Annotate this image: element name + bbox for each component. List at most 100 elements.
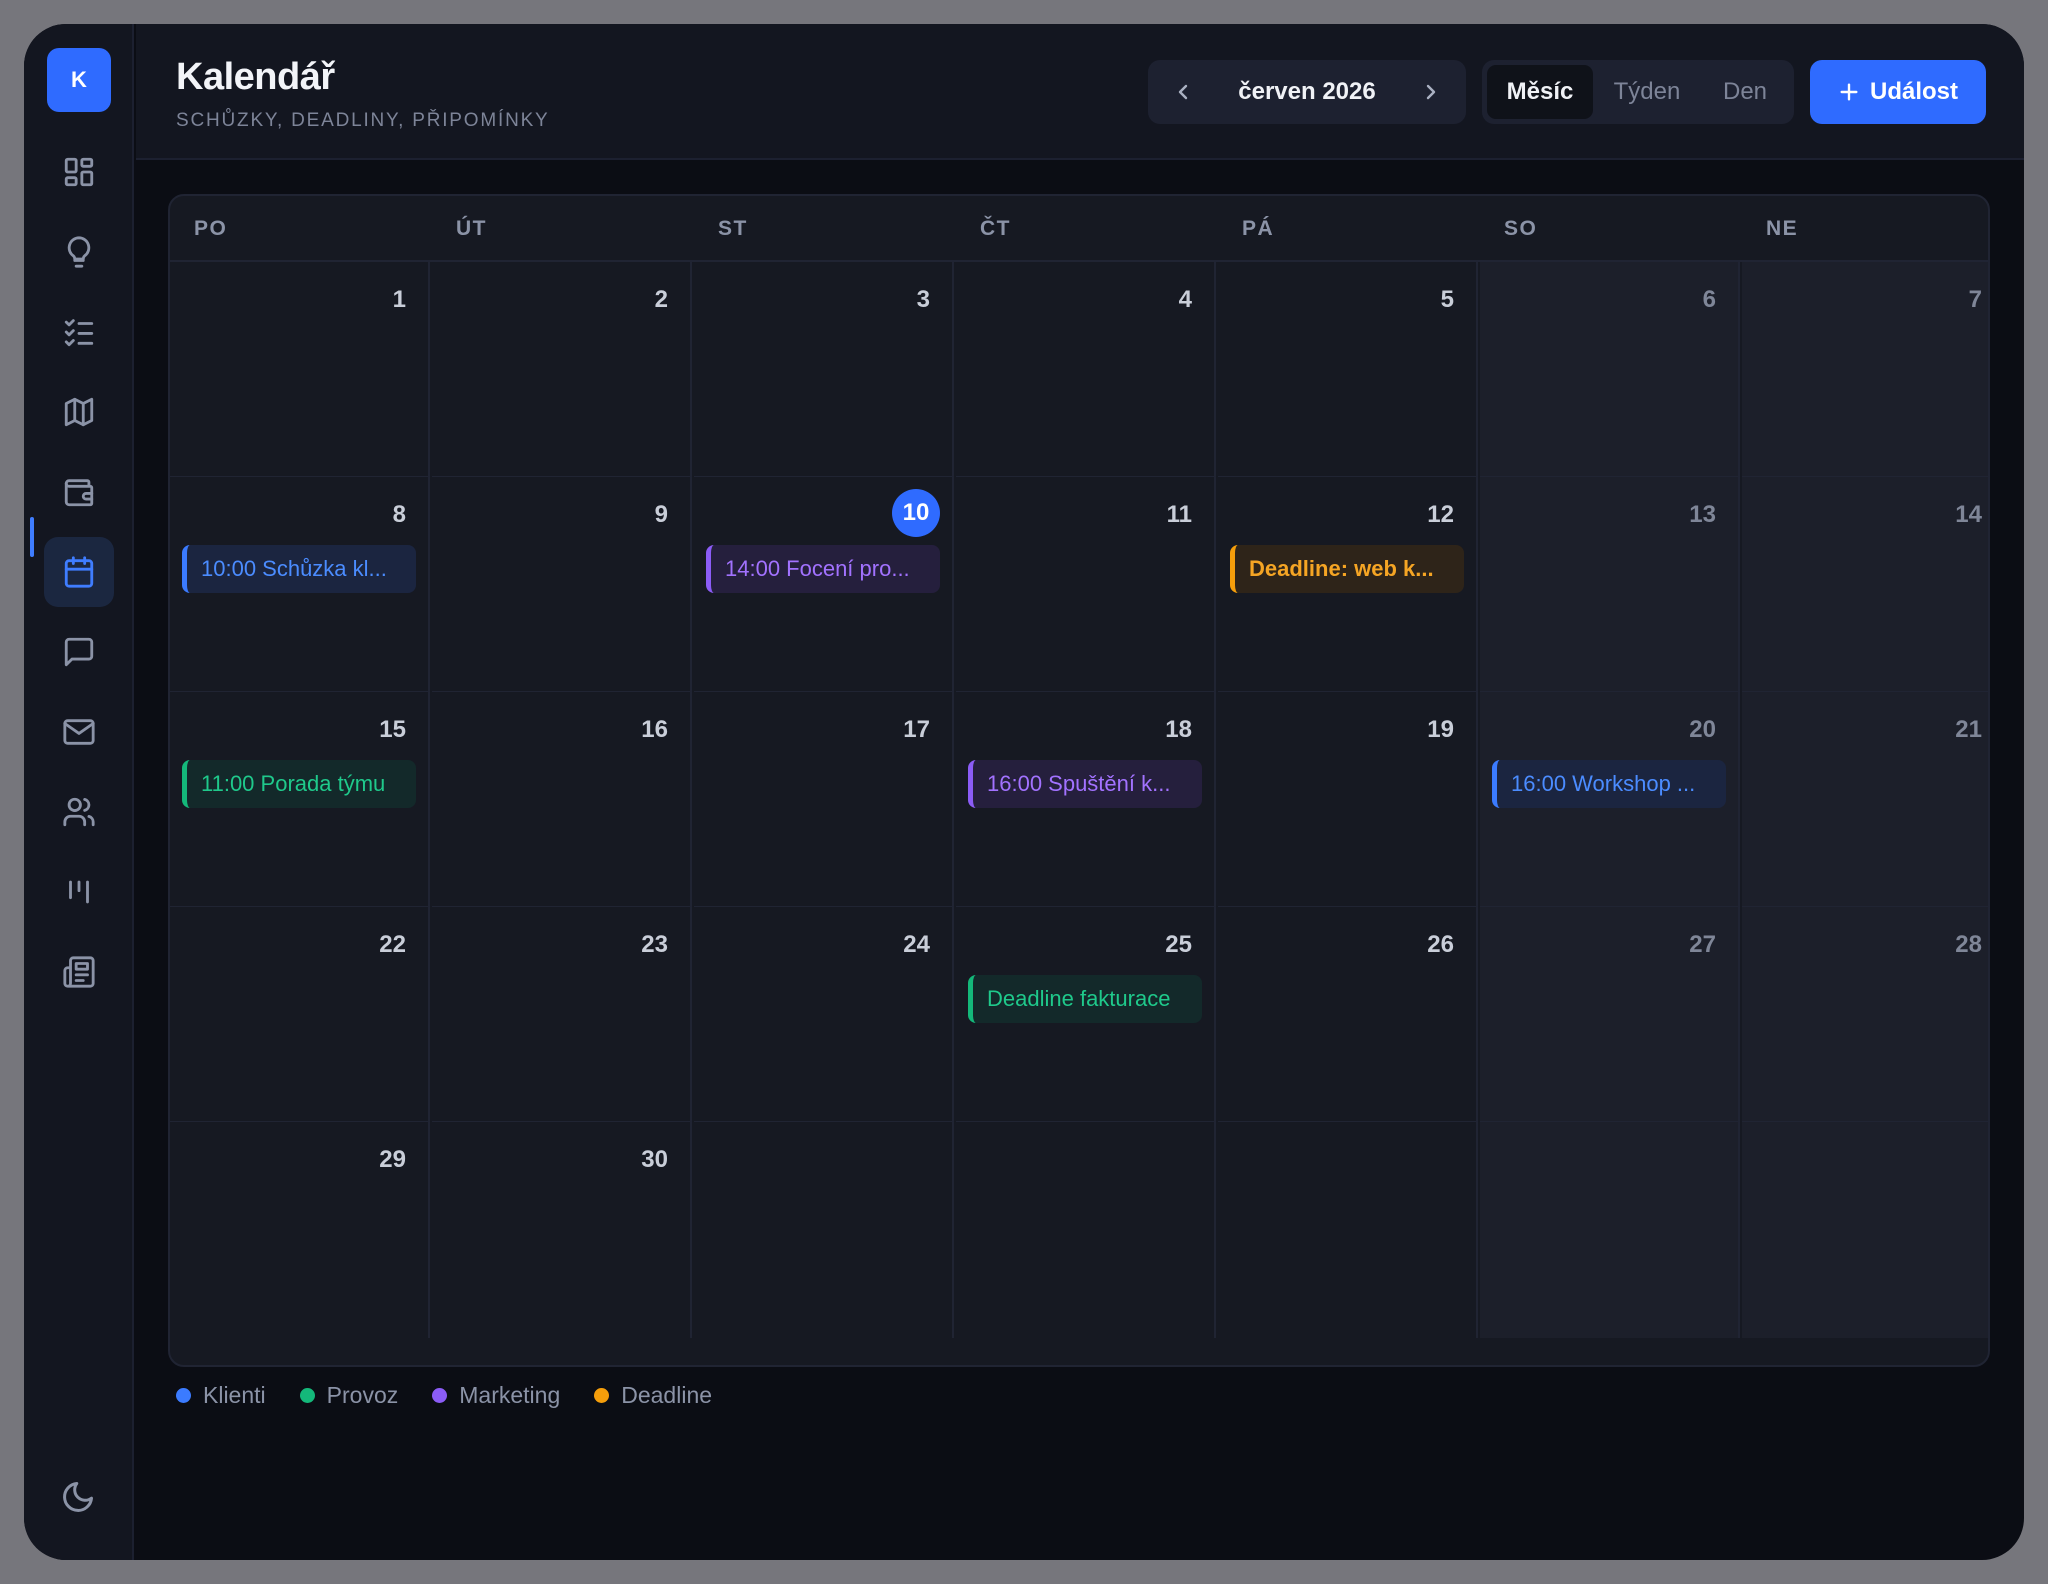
calendar-event[interactable]: 16:00 Spuštění k... (968, 760, 1202, 808)
day-cell[interactable]: 18 16:00 Spuštění k... (956, 692, 1216, 908)
chevron-left-icon[interactable] (1168, 77, 1198, 107)
day-number: 5 (1440, 286, 1454, 313)
day-number: 18 (1165, 716, 1192, 743)
day-number: 29 (379, 1146, 406, 1173)
day-cell[interactable]: 29 (170, 1122, 430, 1338)
day-number: 7 (1968, 286, 1982, 313)
calendar-event[interactable]: Deadline fakturace (968, 975, 1202, 1023)
legend-label: Deadline (621, 1382, 713, 1408)
weekday-label: SO (1504, 217, 1538, 240)
legend-dot (432, 1388, 448, 1403)
users-icon[interactable] (44, 777, 114, 847)
calendar-event[interactable]: 10:00 Schůzka kl... (182, 545, 416, 593)
map-icon[interactable] (44, 377, 114, 447)
newspaper-icon[interactable] (44, 937, 114, 1007)
day-cell[interactable]: 7 (1742, 262, 1988, 478)
day-cell[interactable]: 25 Deadline fakturace (956, 907, 1216, 1123)
add-event-label: Událost (1869, 78, 1958, 105)
day-cell[interactable] (694, 1122, 954, 1338)
weekday-label: NE (1766, 217, 1799, 240)
view-week-tab[interactable]: Týden (1593, 65, 1701, 119)
day-cell[interactable]: 22 (170, 907, 430, 1123)
day-number: 22 (379, 931, 406, 958)
kanban-icon[interactable] (44, 857, 114, 927)
day-cell[interactable] (1218, 1122, 1478, 1338)
lightbulb-icon[interactable] (44, 217, 114, 287)
day-cell[interactable]: 19 (1218, 692, 1478, 908)
weekday-header: PO ÚT ST ČT PÁ SO NE (170, 196, 1988, 262)
day-cell[interactable]: 27 (1480, 907, 1740, 1123)
weekday-label: PO (194, 217, 228, 240)
app-logo[interactable]: K (47, 48, 111, 112)
day-cell[interactable]: 6 (1480, 262, 1740, 478)
day-number: 2 (654, 286, 668, 313)
dashboard-icon[interactable] (44, 137, 114, 207)
day-cell[interactable] (956, 1122, 1216, 1338)
day-cell[interactable]: 13 (1480, 477, 1740, 693)
day-cell[interactable]: 9 (432, 477, 692, 693)
mail-icon[interactable] (44, 697, 114, 767)
weekday-label: ST (718, 217, 748, 240)
calendar-icon[interactable] (44, 537, 114, 607)
day-number: 24 (903, 931, 930, 958)
month-calendar: PO ÚT ST ČT PÁ SO NE 1 2 3 4 5 6 7 8 10:00 Schůzka kl.… (168, 194, 1990, 1367)
day-cell[interactable]: 2 (432, 262, 692, 478)
day-number: 27 (1689, 931, 1716, 958)
checklist-icon[interactable] (44, 297, 114, 367)
view-month-tab[interactable]: Měsíc (1487, 65, 1593, 119)
day-number: 3 (916, 286, 930, 313)
day-cell[interactable]: 17 (694, 692, 954, 908)
day-cell[interactable]: 21 (1742, 692, 1988, 908)
chat-icon[interactable] (44, 617, 114, 687)
day-cell[interactable]: 24 (694, 907, 954, 1123)
wallet-icon[interactable] (44, 457, 114, 527)
day-cell[interactable]: 8 10:00 Schůzka kl... (170, 477, 430, 693)
day-cell[interactable]: 11 (956, 477, 1216, 693)
day-cell[interactable]: 15 11:00 Porada týmu (170, 692, 430, 908)
weekday-label: PÁ (1242, 217, 1275, 240)
day-cell[interactable]: 12 Deadline: web k... (1218, 477, 1478, 693)
day-number: 25 (1165, 931, 1192, 958)
day-cell[interactable] (1480, 1122, 1740, 1338)
day-cell[interactable] (1742, 1122, 1988, 1338)
day-cell[interactable]: 28 (1742, 907, 1988, 1123)
day-cell[interactable]: 23 (432, 907, 692, 1123)
day-cell[interactable]: 10 14:00 Focení pro... (694, 477, 954, 693)
legend-item: Klienti (176, 1382, 266, 1409)
calendar-event[interactable]: Deadline: web k... (1230, 545, 1464, 593)
day-cell[interactable]: 20 16:00 Workshop ... (1480, 692, 1740, 908)
day-cell[interactable]: 4 (956, 262, 1216, 478)
day-number: 4 (1178, 286, 1192, 313)
day-number: 26 (1427, 931, 1454, 958)
day-number: 20 (1689, 716, 1716, 743)
day-cell[interactable]: 26 (1218, 907, 1478, 1123)
day-number: 23 (641, 931, 668, 958)
chevron-right-icon[interactable] (1416, 77, 1446, 107)
legend-item: Marketing (432, 1382, 560, 1409)
sidebar: K (24, 24, 134, 1560)
weekday-label: ČT (980, 217, 1011, 240)
app-window: K Kalendář SCHŮZKY, DEADLINY, PŘIPOMÍNKY… (24, 24, 2024, 1560)
add-event-button[interactable]: Událost (1810, 60, 1986, 124)
day-cell[interactable]: 14 (1742, 477, 1988, 693)
day-cell[interactable]: 3 (694, 262, 954, 478)
day-cell[interactable]: 5 (1218, 262, 1478, 478)
day-number: 8 (392, 501, 406, 528)
moon-icon[interactable] (60, 1479, 100, 1519)
calendar-event[interactable]: 16:00 Workshop ... (1492, 760, 1726, 808)
view-switcher: Měsíc Týden Den (1482, 60, 1794, 124)
legend-item: Provoz (299, 1382, 399, 1409)
active-nav-indicator (30, 517, 34, 557)
day-number: 9 (654, 501, 668, 528)
day-cell[interactable]: 1 (170, 262, 430, 478)
legend-item: Deadline (594, 1382, 712, 1409)
calendar-event[interactable]: 11:00 Porada týmu (182, 760, 416, 808)
calendar-event[interactable]: 14:00 Focení pro... (706, 545, 940, 593)
legend-label: Provoz (326, 1382, 399, 1408)
day-number: 13 (1689, 501, 1716, 528)
day-number: 6 (1702, 286, 1716, 313)
view-day-tab[interactable]: Den (1701, 65, 1789, 119)
day-cell[interactable]: 30 (432, 1122, 692, 1338)
day-cell[interactable]: 16 (432, 692, 692, 908)
legend-dot (176, 1388, 191, 1403)
